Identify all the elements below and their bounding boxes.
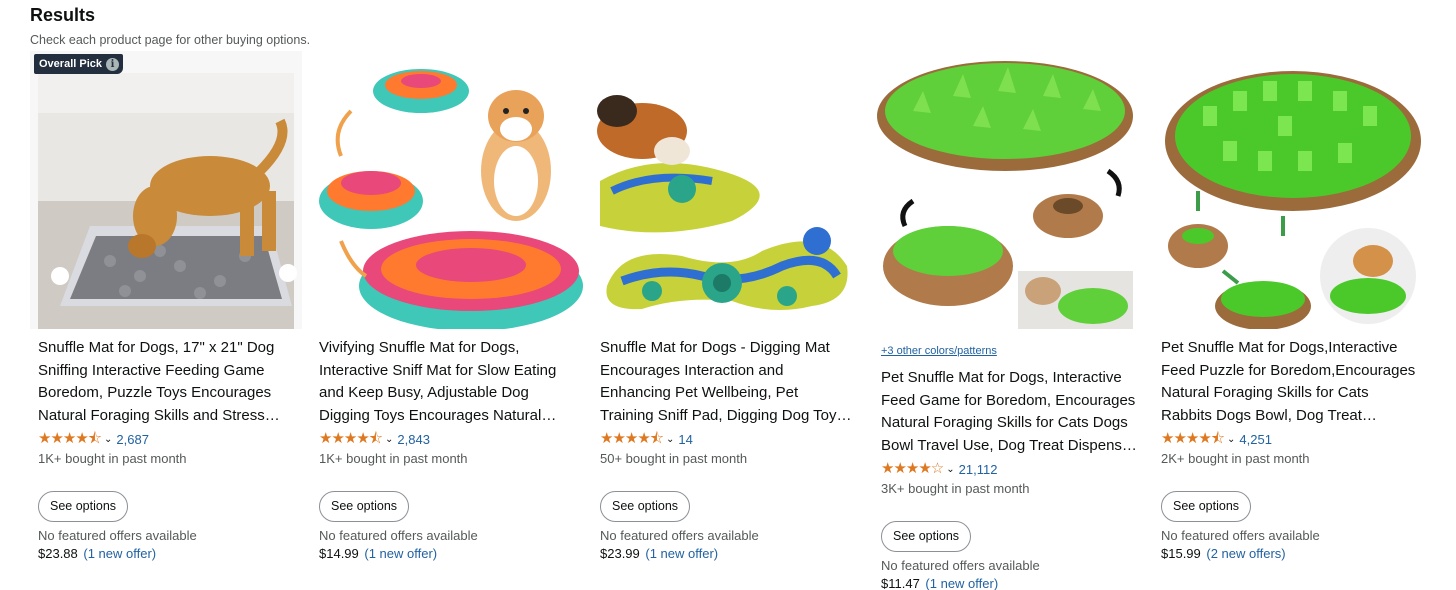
product-card: +3 other colors/patterns Pet Snuffle Mat… xyxy=(873,51,1145,590)
product-info: Vivifying Snuffle Mat for Dogs, Interact… xyxy=(319,329,579,563)
star-rating[interactable]: ★★★★☆ xyxy=(881,461,944,477)
chevron-down-icon[interactable]: ⌄ xyxy=(385,434,393,445)
product-image[interactable] xyxy=(30,51,302,329)
bought-in-past-month: 1K+ bought in past month xyxy=(38,451,187,466)
price: $23.88 xyxy=(38,546,78,561)
star-rating[interactable]: ★★★★⯪ xyxy=(600,431,664,447)
price: $14.99 xyxy=(319,546,359,561)
product-image[interactable] xyxy=(592,51,864,329)
see-options-button[interactable]: See options xyxy=(881,521,972,552)
title-line: Pet Snuffle Mat for Dogs, Interactive xyxy=(881,369,1122,386)
title-line: Rabbits Dogs Bowl, Dog Treat… xyxy=(1161,406,1377,424)
rating-count-link[interactable]: 21,112 xyxy=(959,462,998,477)
title-line: Natural Foraging Skills for Cats Dogs xyxy=(881,414,1128,431)
rating-row: ★★★★⯪ ⌄ 14 xyxy=(600,429,860,449)
rating-row: ★★★★⯪ ⌄ 2,687 xyxy=(38,429,298,449)
no-featured-offers: No featured offers available xyxy=(319,528,478,543)
title-line: Training Sniff Pad, Digging Dog Toy… xyxy=(600,406,852,424)
new-offer-link[interactable]: (1 new offer) xyxy=(83,546,156,561)
title-line: Digging Toys Encourages Natural… xyxy=(319,406,557,424)
title-line: Snuffle Mat for Dogs, 17" x 21" Dog xyxy=(38,339,275,356)
price-row: $15.99 (2 new offers) xyxy=(1161,545,1421,563)
rating-row: ★★★★⯪ ⌄ 2,843 xyxy=(319,429,579,449)
chevron-down-icon[interactable]: ⌄ xyxy=(946,464,954,475)
product-info: +3 other colors/patterns Pet Snuffle Mat… xyxy=(881,329,1141,590)
title-line: Interactive Sniff Mat for Slow Eating xyxy=(319,361,557,379)
product-title[interactable]: Snuffle Mat for Dogs, 17" x 21" Dog Snif… xyxy=(38,337,298,427)
product-info: Snuffle Mat for Dogs, 17" x 21" Dog Snif… xyxy=(38,329,298,563)
product-title[interactable]: Pet Snuffle Mat for Dogs,Interactive Fee… xyxy=(1161,337,1421,427)
product-card: Overall Pick i Snuffle Mat for Dogs, 17"… xyxy=(30,51,302,590)
overall-pick-badge[interactable]: Overall Pick i xyxy=(34,54,123,74)
title-line: Pet Snuffle Mat for Dogs,Interactive xyxy=(1161,339,1398,356)
product-title[interactable]: Vivifying Snuffle Mat for Dogs, Interact… xyxy=(319,337,579,427)
product-card: Pet Snuffle Mat for Dogs,Interactive Fee… xyxy=(1153,51,1425,590)
title-line: Bowl Travel Use, Dog Treat Dispens… xyxy=(881,436,1137,454)
price-row: $14.99 (1 new offer) xyxy=(319,545,579,563)
rating-count-link[interactable]: 4,251 xyxy=(1239,432,1272,447)
chevron-down-icon[interactable]: ⌄ xyxy=(666,434,674,445)
title-line: Feed Game for Boredom, Encourages xyxy=(881,391,1136,409)
product-card: Snuffle Mat for Dogs - Digging Mat Encou… xyxy=(592,51,864,590)
price-row: $11.47 (1 new offer) xyxy=(881,575,1141,590)
new-offer-link[interactable]: (1 new offer) xyxy=(364,546,437,561)
bought-in-past-month: 50+ bought in past month xyxy=(600,451,748,466)
no-featured-offers: No featured offers available xyxy=(600,528,759,543)
chevron-down-icon[interactable]: ⌄ xyxy=(1227,434,1235,445)
see-options-button[interactable]: See options xyxy=(600,491,691,522)
price: $11.47 xyxy=(881,576,920,590)
price: $15.99 xyxy=(1161,546,1201,561)
see-options-button[interactable]: See options xyxy=(1161,491,1252,522)
bought-in-past-month: 2K+ bought in past month xyxy=(1161,451,1310,466)
new-offer-link[interactable]: (2 new offers) xyxy=(1206,546,1285,561)
price-row: $23.88 (1 new offer) xyxy=(38,545,298,563)
product-info: Snuffle Mat for Dogs - Digging Mat Encou… xyxy=(600,329,860,563)
title-line: Snuffle Mat for Dogs - Digging Mat xyxy=(600,339,830,356)
title-line: Boredom, Puzzle Toys Encourages xyxy=(38,384,272,401)
product-title[interactable]: Pet Snuffle Mat for Dogs, Interactive Fe… xyxy=(881,367,1141,457)
product-card: Vivifying Snuffle Mat for Dogs, Interact… xyxy=(311,51,583,590)
star-rating[interactable]: ★★★★⯪ xyxy=(319,431,383,447)
rating-count-link[interactable]: 2,843 xyxy=(397,432,430,447)
no-featured-offers: No featured offers available xyxy=(881,558,1040,573)
price-row: $23.99 (1 new offer) xyxy=(600,545,860,563)
rating-count-link[interactable]: 14 xyxy=(678,432,692,447)
other-colors-link[interactable]: +3 other colors/patterns xyxy=(881,344,1141,358)
product-info: Pet Snuffle Mat for Dogs,Interactive Fee… xyxy=(1161,329,1421,563)
no-featured-offers: No featured offers available xyxy=(38,528,197,543)
product-image[interactable] xyxy=(311,51,583,329)
title-line: Natural Foraging Skills for Cats xyxy=(1161,384,1369,401)
star-rating[interactable]: ★★★★⯪ xyxy=(1161,431,1225,447)
rating-row: ★★★★☆ ⌄ 21,112 xyxy=(881,459,1141,479)
title-line: Encourages Interaction and xyxy=(600,361,784,379)
title-line: Sniffing Interactive Feeding Game xyxy=(38,361,265,379)
product-image[interactable] xyxy=(1153,51,1425,329)
new-offer-link[interactable]: (1 new offer) xyxy=(645,546,718,561)
bought-in-past-month: 1K+ bought in past month xyxy=(319,451,468,466)
chevron-down-icon[interactable]: ⌄ xyxy=(104,434,112,445)
see-options-button[interactable]: See options xyxy=(319,491,410,522)
product-title[interactable]: Snuffle Mat for Dogs - Digging Mat Encou… xyxy=(600,337,860,427)
rating-count-link[interactable]: 2,687 xyxy=(116,432,149,447)
results-title: Results xyxy=(30,5,96,25)
title-line: Feed Puzzle for Boredom,Encourages xyxy=(1161,361,1416,379)
product-image[interactable] xyxy=(873,51,1145,329)
new-offer-link[interactable]: (1 new offer) xyxy=(925,576,998,590)
no-featured-offers: No featured offers available xyxy=(1161,528,1320,543)
see-options-button[interactable]: See options xyxy=(38,491,129,522)
title-line: Natural Foraging Skills and Stress… xyxy=(38,406,280,424)
star-rating[interactable]: ★★★★⯪ xyxy=(38,431,102,447)
rating-row: ★★★★⯪ ⌄ 4,251 xyxy=(1161,429,1421,449)
info-icon[interactable]: i xyxy=(106,57,119,71)
badge-label: Overall Pick xyxy=(39,58,102,70)
results-subtitle: Check each product page for other buying… xyxy=(30,33,311,47)
title-line: and Keep Busy, Adjustable Dog xyxy=(319,384,529,401)
results-header: Results Check each product page for othe… xyxy=(30,4,310,48)
title-line: Vivifying Snuffle Mat for Dogs, xyxy=(319,339,520,356)
title-line: Enhancing Pet Wellbeing, Pet xyxy=(600,384,799,401)
price: $23.99 xyxy=(600,546,640,561)
bought-in-past-month: 3K+ bought in past month xyxy=(881,481,1030,496)
